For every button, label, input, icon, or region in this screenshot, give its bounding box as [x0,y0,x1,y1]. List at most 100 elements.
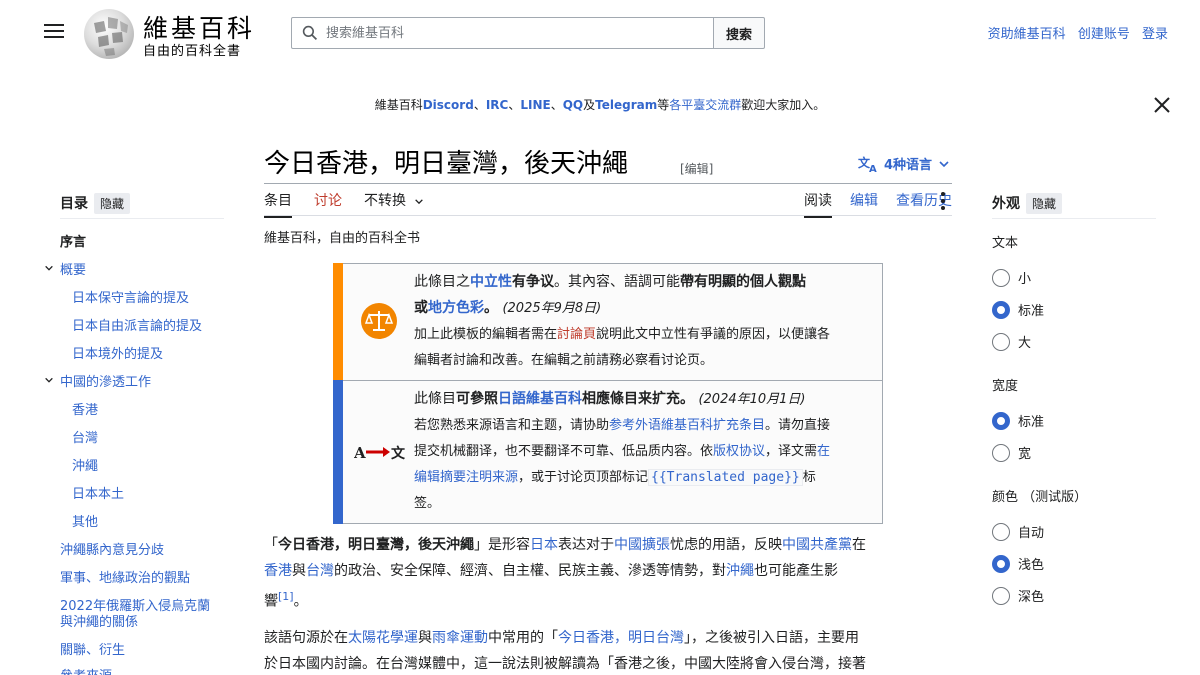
page-title: 今日香港，明日臺灣，後天沖繩 [264,149,629,179]
telegram-link[interactable]: Telegram [595,98,657,112]
body-text: 在 [852,537,866,553]
toc-item[interactable]: 台灣 [72,427,98,446]
close-notice-icon[interactable] [1153,96,1171,114]
login-link[interactable]: 登录 [1142,27,1168,42]
radio-circle [992,586,1010,605]
language-button[interactable]: 文 A 4种语言 [858,154,950,173]
body-text: 與 [418,630,432,646]
toc-item[interactable]: 日本保守言論的提及 [72,287,189,306]
color-auto-radio[interactable]: 自动 [992,522,1044,541]
okinawa-link[interactable]: 沖繩 [726,563,754,579]
tab-talk[interactable]: 讨论 [314,190,342,218]
chevron-down-icon[interactable] [44,263,54,273]
edit-summary-link[interactable]: 在 [817,444,830,459]
license-link[interactable]: 版权协议 [713,444,765,459]
toc-heading: 目录 隐藏 [60,193,131,214]
donate-link[interactable]: 资助維基百科 [988,27,1066,42]
article-paragraph: 「今日香港，明日臺灣，後天沖繩」是形容日本表达对于中國擴張忧虑的用語，反映中國共… [264,532,954,615]
hongkong-link[interactable]: 香港 [264,563,292,579]
toc-item[interactable]: 日本境外的提及 [72,343,163,362]
body-bold: 今日香港，明日臺灣，後天沖繩 [278,537,474,553]
text-size-standard-radio[interactable]: 标准 [992,300,1044,319]
notice-text: 。其內容、語調可能 [554,274,680,290]
toc-item[interactable]: 日本自由派言論的提及 [72,315,202,334]
qq-link[interactable]: QQ [563,98,583,112]
width-wide-radio[interactable]: 宽 [992,443,1031,462]
text-size-large-radio[interactable]: 大 [992,332,1031,351]
notice-text: 提交机械翻译，也不要翻译不可靠、低品质内容。依 [414,444,714,459]
search-button[interactable]: 搜索 [713,17,765,49]
template-code: {{Translated page}} [648,469,803,486]
notice-bold: 有争议 [512,274,554,290]
body-text: 忧虑的用語，反映 [670,537,782,553]
line-link[interactable]: LINE [520,98,550,112]
appearance-hide-button[interactable]: 隐藏 [1026,193,1063,214]
chevron-down-icon[interactable] [44,375,54,385]
color-light-radio[interactable]: 浅色 [992,554,1044,573]
toc-item[interactable]: 中國的滲透工作 [60,371,151,390]
tab-read[interactable]: 阅读 [804,190,832,218]
notice-text: 編輯者討論和改善。在編輯之前請務必察看讨论页。 [414,353,714,368]
japan-link[interactable]: 日本 [530,537,558,553]
site-logo-tagline: 自由的百科全書 [143,44,242,59]
create-account-link[interactable]: 创建账号 [1078,27,1130,42]
notice-body: 此條目之中立性有争议。其內容、語調可能帶有明顯的個人觀點 或地方色彩。 (202… [414,269,864,374]
tab-edit[interactable]: 编辑 [850,190,878,218]
main-menu-icon[interactable] [44,24,64,40]
notice-text: 标 [802,470,816,485]
toc-item[interactable]: 關聯、衍生 [60,639,125,658]
chevron-down-icon [415,199,424,205]
balance-scale-icon [361,303,397,339]
expand-guide-link[interactable]: 参考外语維基百科扩充条目 [609,418,765,433]
talk-page-link[interactable]: 討論頁 [557,327,596,342]
toc-item[interactable]: 香港 [72,399,98,418]
notice-text: 此條目 [414,391,456,407]
more-tools-icon[interactable] [938,192,948,210]
discord-link[interactable]: Discord [423,98,474,112]
toc-item-continued[interactable]: 與沖繩的關係 [60,611,138,630]
slogan-link[interactable]: 今日香港，明日台灣 [558,630,684,646]
color-dark-radio[interactable]: 深色 [992,586,1044,605]
toc-item[interactable]: 軍事、地緣政治的觀點 [60,567,190,586]
ccp-link[interactable]: 中國共產黨 [782,537,852,553]
notice-text: ，或于讨论页顶部标记 [518,470,649,485]
radio-circle [992,443,1010,462]
reference-link[interactable]: [1] [278,590,294,603]
text-size-small-radio[interactable]: 小 [992,268,1031,287]
toc-item[interactable]: 沖繩縣內意見分歧 [60,539,164,558]
notice-text: 签。 [414,496,441,511]
toc-item[interactable]: 日本本土 [72,483,124,502]
toc-item-intro[interactable]: 序言 [60,231,86,250]
notice-bold: 。 [680,391,694,407]
toc-item-overview[interactable]: 概要 [60,259,86,278]
local-color-link[interactable]: 地方色彩 [428,300,484,316]
tab-article[interactable]: 条目 [264,190,292,218]
toc-item[interactable]: 其他 [72,511,98,530]
toc-item[interactable]: 沖繩 [72,455,98,474]
tab-variant[interactable]: 不转换 [364,190,424,218]
toc-hide-button[interactable]: 隐藏 [94,193,131,214]
body-text: 「 [264,537,278,553]
taiwan-link[interactable]: 台灣 [306,563,334,579]
groups-link[interactable]: 各平臺交流群 [669,98,741,112]
neutrality-link[interactable]: 中立性 [470,274,512,290]
width-standard-radio[interactable]: 标准 [992,411,1044,430]
expansion-link[interactable]: 中國擴張 [614,537,670,553]
toc-divider [60,218,224,219]
width-label: 宽度 [992,379,1019,394]
toc-item[interactable]: 參考來源 [60,665,112,675]
language-count: 4种语言 [884,158,933,173]
title-edit-link[interactable]: [编辑] [680,160,713,177]
radio-circle [992,522,1010,541]
japanese-wiki-link[interactable]: 日語維基百科 [498,391,582,407]
appearance-heading: 外观 隐藏 [992,193,1063,214]
umbrella-link[interactable]: 雨傘運動 [432,630,488,646]
body-text: 。 [293,593,308,610]
wikipedia-globe-logo[interactable] [84,9,134,59]
sunflower-link[interactable]: 太陽花學運 [348,630,418,646]
irc-link[interactable]: IRC [486,98,509,112]
radio-circle [992,268,1010,287]
search-input[interactable] [326,18,706,48]
title-divider [264,183,952,184]
edit-summary-link[interactable]: 编辑摘要注明来源 [414,470,518,485]
